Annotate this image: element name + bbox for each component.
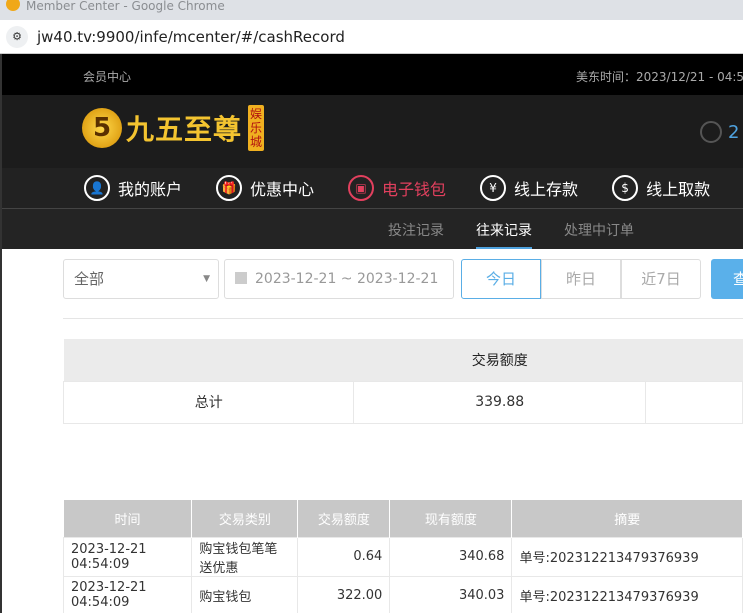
logo-name: 九五至尊 xyxy=(126,113,243,146)
column-header: 时间 xyxy=(63,500,193,537)
date-range-value: 2023-12-21 ~ 2023-12-21 xyxy=(255,271,439,287)
cell-balance: 340.03 xyxy=(389,575,513,613)
user-icon: 👤 xyxy=(84,175,110,201)
nav-deposit[interactable]: ¥ 线上存款 xyxy=(480,175,578,201)
member-center-label: 会员中心 xyxy=(83,70,132,84)
cell-summary: 单号:202312213479376939 xyxy=(511,575,743,613)
summary-cell xyxy=(644,380,743,424)
window-titlebar: Member Center - Google Chrome xyxy=(0,0,743,20)
summary-value: 339.88 xyxy=(353,380,646,424)
tab-bet-records[interactable]: 投注记录 xyxy=(388,220,444,240)
main-nav: 👤我的账户 🎁优惠中心 ▣电子钱包 ¥线上存款 $线上取款 ▤ xyxy=(2,168,743,209)
last-7-days-button[interactable]: 近7日 xyxy=(621,259,701,299)
summary-header-blank xyxy=(63,339,354,381)
yesterday-button[interactable]: 昨日 xyxy=(541,259,621,299)
avatar-icon xyxy=(700,121,722,143)
nav-label: 我的账户 xyxy=(118,180,183,199)
nav-promotions[interactable]: 🎁 优惠中心 xyxy=(216,175,314,201)
cell-balance: 340.68 xyxy=(389,536,513,577)
cell-amount: 0.64 xyxy=(297,536,391,577)
summary-header: 交易额度 xyxy=(353,339,646,381)
logo-badge: 娱乐城 xyxy=(248,105,265,151)
summary-header-blank xyxy=(645,339,743,381)
cell-summary: 单号:202312213479376939 xyxy=(511,536,743,577)
username: 2 xyxy=(728,121,740,143)
sub-tabs: 投注记录 往来记录 处理中订单 xyxy=(2,209,743,249)
type-select[interactable]: 全部 ▼ xyxy=(63,259,219,299)
type-select-value: 全部 xyxy=(74,270,105,288)
wallet-icon: ▣ xyxy=(348,175,375,201)
records-table: 时间 交易类别 交易额度 现有额度 摘要 2023-12-21 04:54:09… xyxy=(62,500,743,613)
cell-type: 购宝钱包笔笔送优惠 xyxy=(191,536,299,577)
nav-label: 电子钱包 xyxy=(382,180,447,199)
deposit-icon: ¥ xyxy=(480,175,507,201)
cell-amount: 322.00 xyxy=(297,575,391,613)
logo[interactable]: 5 九五至尊 娱乐城 xyxy=(82,105,265,151)
nav-e-wallet[interactable]: ▣ 电子钱包 xyxy=(348,175,446,201)
page: 会员中心 美东时间：2023/12/21 - 04:54 5 九五至尊 娱乐城 … xyxy=(0,54,743,613)
address-bar: ⚙ jw40.tv:9900/infe/mcenter/#/cashRecord xyxy=(0,20,743,54)
gift-icon: 🎁 xyxy=(216,175,243,201)
divider xyxy=(63,318,743,319)
window-title: Member Center - Google Chrome xyxy=(26,0,225,13)
filters: 全部 ▼ 2023-12-21 ~ 2023-12-21 今日 昨日 近7日 查 xyxy=(63,259,743,299)
user-menu[interactable]: 2 xyxy=(700,121,739,143)
nav-label: 线上存款 xyxy=(514,180,579,199)
cell-type: 购宝钱包 xyxy=(191,575,299,613)
favicon-icon xyxy=(6,0,20,11)
chevron-down-icon: ▼ xyxy=(203,274,210,284)
column-header: 摘要 xyxy=(511,500,743,537)
cell-time: 2023-12-21 04:54:09 xyxy=(62,575,193,613)
url-input[interactable]: jw40.tv:9900/infe/mcenter/#/cashRecord xyxy=(37,28,345,46)
nav-label: 线上取款 xyxy=(646,180,711,199)
query-button[interactable]: 查 xyxy=(711,259,743,299)
table-row: 2023-12-21 04:54:09 购宝钱包笔笔送优惠 0.64 340.6… xyxy=(62,536,743,577)
nav-label: 优惠中心 xyxy=(250,180,315,199)
date-range-input[interactable]: 2023-12-21 ~ 2023-12-21 xyxy=(224,259,454,299)
nav-withdraw[interactable]: $ 线上取款 xyxy=(612,175,710,201)
nav-my-account[interactable]: 👤 我的账户 xyxy=(84,175,182,201)
logo-coin-icon: 5 xyxy=(82,108,122,148)
summary-label: 总计 xyxy=(62,380,355,424)
site-settings-icon[interactable]: ⚙ xyxy=(6,26,28,48)
quick-date-group: 今日 昨日 近7日 xyxy=(461,259,701,299)
withdraw-icon: $ xyxy=(612,175,639,201)
top-bar: 会员中心 美东时间：2023/12/21 - 04:54 xyxy=(2,54,743,95)
cell-time: 2023-12-21 04:54:09 xyxy=(62,536,193,577)
server-time: 美东时间：2023/12/21 - 04:54 xyxy=(576,70,743,84)
summary-table: 交易额度 总计 339.88 xyxy=(62,339,743,424)
header: 5 九五至尊 娱乐城 2 xyxy=(2,95,743,168)
tab-cash-records[interactable]: 往来记录 xyxy=(476,220,532,249)
column-header: 交易类别 xyxy=(191,500,299,537)
today-button[interactable]: 今日 xyxy=(461,259,541,299)
table-row: 2023-12-21 04:54:09 购宝钱包 322.00 340.03 单… xyxy=(62,575,743,613)
tab-pending-orders[interactable]: 处理中订单 xyxy=(564,220,634,240)
column-header: 交易额度 xyxy=(297,500,391,537)
calendar-icon xyxy=(235,272,247,284)
column-header: 现有额度 xyxy=(389,500,513,537)
